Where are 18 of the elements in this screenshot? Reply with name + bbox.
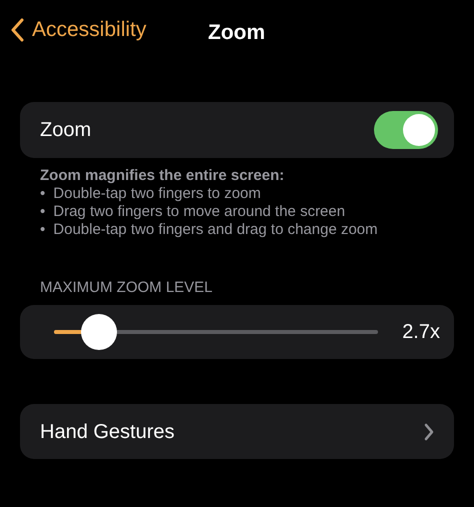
description-item: Drag two fingers to move around the screen	[53, 203, 346, 221]
bullet: •	[40, 221, 46, 239]
zoom-slider[interactable]	[54, 314, 378, 350]
page-title: Zoom	[208, 20, 266, 46]
bullet: •	[40, 203, 46, 221]
hand-gestures-row[interactable]: Hand Gestures	[20, 404, 454, 459]
chevron-left-icon	[10, 18, 24, 42]
zoom-level-value: 2.7x	[401, 320, 440, 345]
slider-thumb[interactable]	[81, 314, 118, 350]
zoom-label: Zoom	[40, 118, 92, 143]
bullet: •	[40, 185, 46, 203]
description-heading: Zoom magnifies the entire screen:	[40, 167, 286, 185]
section-header: MAXIMUM ZOOM LEVEL	[39, 279, 214, 297]
description-item: Double-tap two fingers to zoom	[53, 185, 261, 203]
zoom-switch[interactable]	[374, 111, 438, 149]
description-item: Double-tap two fingers and drag to change zoom	[53, 221, 378, 239]
back-button[interactable]: Accessibility	[10, 14, 146, 46]
chevron-right-icon	[424, 422, 434, 440]
